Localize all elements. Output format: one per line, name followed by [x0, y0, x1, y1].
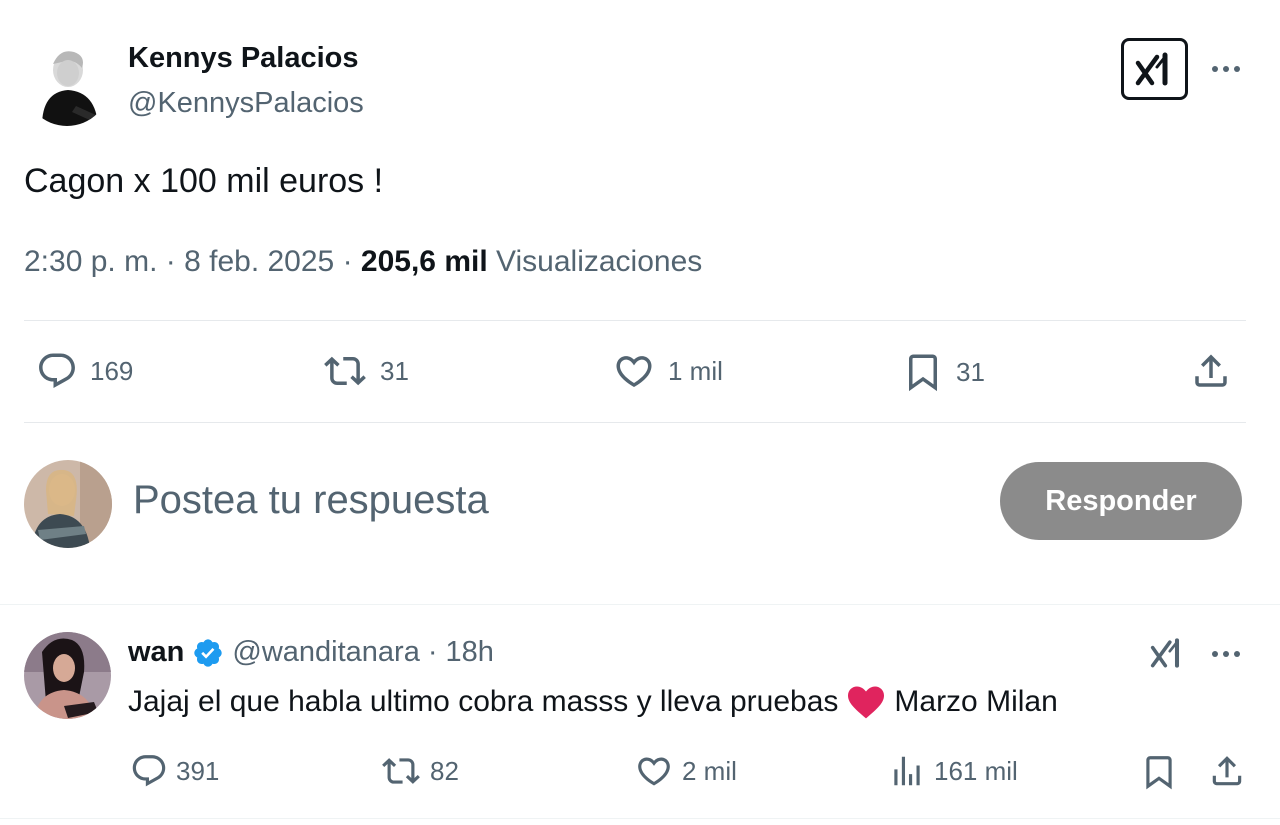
reply-button[interactable]: 169: [36, 350, 133, 392]
author-avatar-image: [24, 40, 110, 126]
divider: [0, 818, 1280, 819]
meta-separator: ·: [342, 245, 353, 278]
views-count: 205,6 mil: [360, 245, 488, 278]
reply-age[interactable]: 18h: [446, 636, 494, 669]
reply-icon: [39, 353, 75, 388]
divider: [24, 320, 1246, 321]
heart-emoji-icon: [848, 686, 885, 719]
reply-author-avatar-image: [24, 632, 111, 719]
repost-icon: [382, 758, 420, 784]
like-icon: [638, 757, 670, 786]
reply-repost-button[interactable]: 82: [380, 752, 459, 790]
reply-views-button[interactable]: 161 mil: [888, 752, 1018, 790]
views-label: Visualizaciones: [496, 245, 703, 278]
meta-separator: ·: [165, 245, 176, 278]
current-user-avatar-image: [24, 460, 112, 548]
share-icon: [1212, 756, 1242, 786]
author-avatar[interactable]: [24, 40, 110, 126]
bookmark-icon: [909, 354, 937, 392]
tweet-date[interactable]: 8 feb. 2025: [184, 245, 334, 278]
author-name[interactable]: Kennys Palacios: [128, 42, 359, 75]
reply-grok-button[interactable]: [1148, 633, 1188, 673]
responder-button[interactable]: Responder: [1000, 462, 1242, 540]
reply-count: 169: [90, 355, 134, 386]
reply-reply-count: 391: [176, 755, 220, 786]
reply-reply-button[interactable]: 391: [130, 752, 219, 790]
tweet-meta: 2:30 p. m. · 8 feb. 2025 · 205,6 mil Vis…: [24, 245, 702, 279]
reply-like-count: 2 mil: [682, 755, 737, 786]
reply-more-options-button[interactable]: [1206, 640, 1246, 668]
reply-text-before: Jajaj el que habla ultimo cobra masss y …: [128, 685, 839, 718]
tweet-text: Cagon x 100 mil euros !: [24, 162, 384, 200]
current-user-avatar[interactable]: [24, 460, 112, 548]
reply-input[interactable]: Postea tu respuesta: [133, 478, 489, 523]
verified-badge-icon[interactable]: [192, 637, 224, 669]
reply-repost-count: 82: [430, 755, 459, 786]
author-handle[interactable]: @KennysPalacios: [128, 87, 364, 120]
like-button[interactable]: 1 mil: [612, 350, 723, 392]
grok-icon: [1150, 638, 1180, 668]
views-icon: [894, 756, 920, 786]
reply-icon: [132, 755, 166, 787]
reply-bookmark-button[interactable]: [1140, 752, 1178, 792]
bookmark-icon: [1146, 756, 1172, 790]
like-icon: [616, 356, 652, 388]
divider: [24, 422, 1246, 423]
reply-like-button[interactable]: 2 mil: [634, 752, 737, 790]
reply-author-handle[interactable]: @wanditanara: [232, 636, 419, 669]
more-options-button[interactable]: [1206, 55, 1246, 83]
more-icon: [1212, 651, 1240, 657]
more-icon: [1212, 66, 1240, 72]
grok-button[interactable]: [1121, 38, 1188, 100]
repost-icon: [324, 356, 366, 386]
reply-views-count: 161 mil: [934, 755, 1018, 786]
repost-count: 31: [380, 355, 409, 386]
tweet-time[interactable]: 2:30 p. m.: [24, 245, 157, 278]
like-count: 1 mil: [668, 355, 723, 386]
share-icon: [1195, 354, 1227, 387]
bookmark-button[interactable]: 31: [902, 350, 985, 394]
reply-share-button[interactable]: [1208, 752, 1246, 790]
share-button[interactable]: [1190, 350, 1232, 392]
bookmark-count: 31: [956, 356, 985, 387]
reply-author-name[interactable]: wan: [128, 636, 184, 669]
reply-text-after: Marzo Milan: [894, 685, 1058, 718]
reply-text: Jajaj el que habla ultimo cobra masss y …: [128, 684, 1058, 720]
reply-separator: ·: [427, 636, 438, 668]
repost-button[interactable]: 31: [322, 350, 409, 392]
reply-author-avatar[interactable]: [24, 632, 111, 719]
grok-icon: [1135, 52, 1167, 86]
divider: [0, 604, 1280, 605]
reply-header: wan @wanditanara · 18h: [128, 636, 494, 669]
